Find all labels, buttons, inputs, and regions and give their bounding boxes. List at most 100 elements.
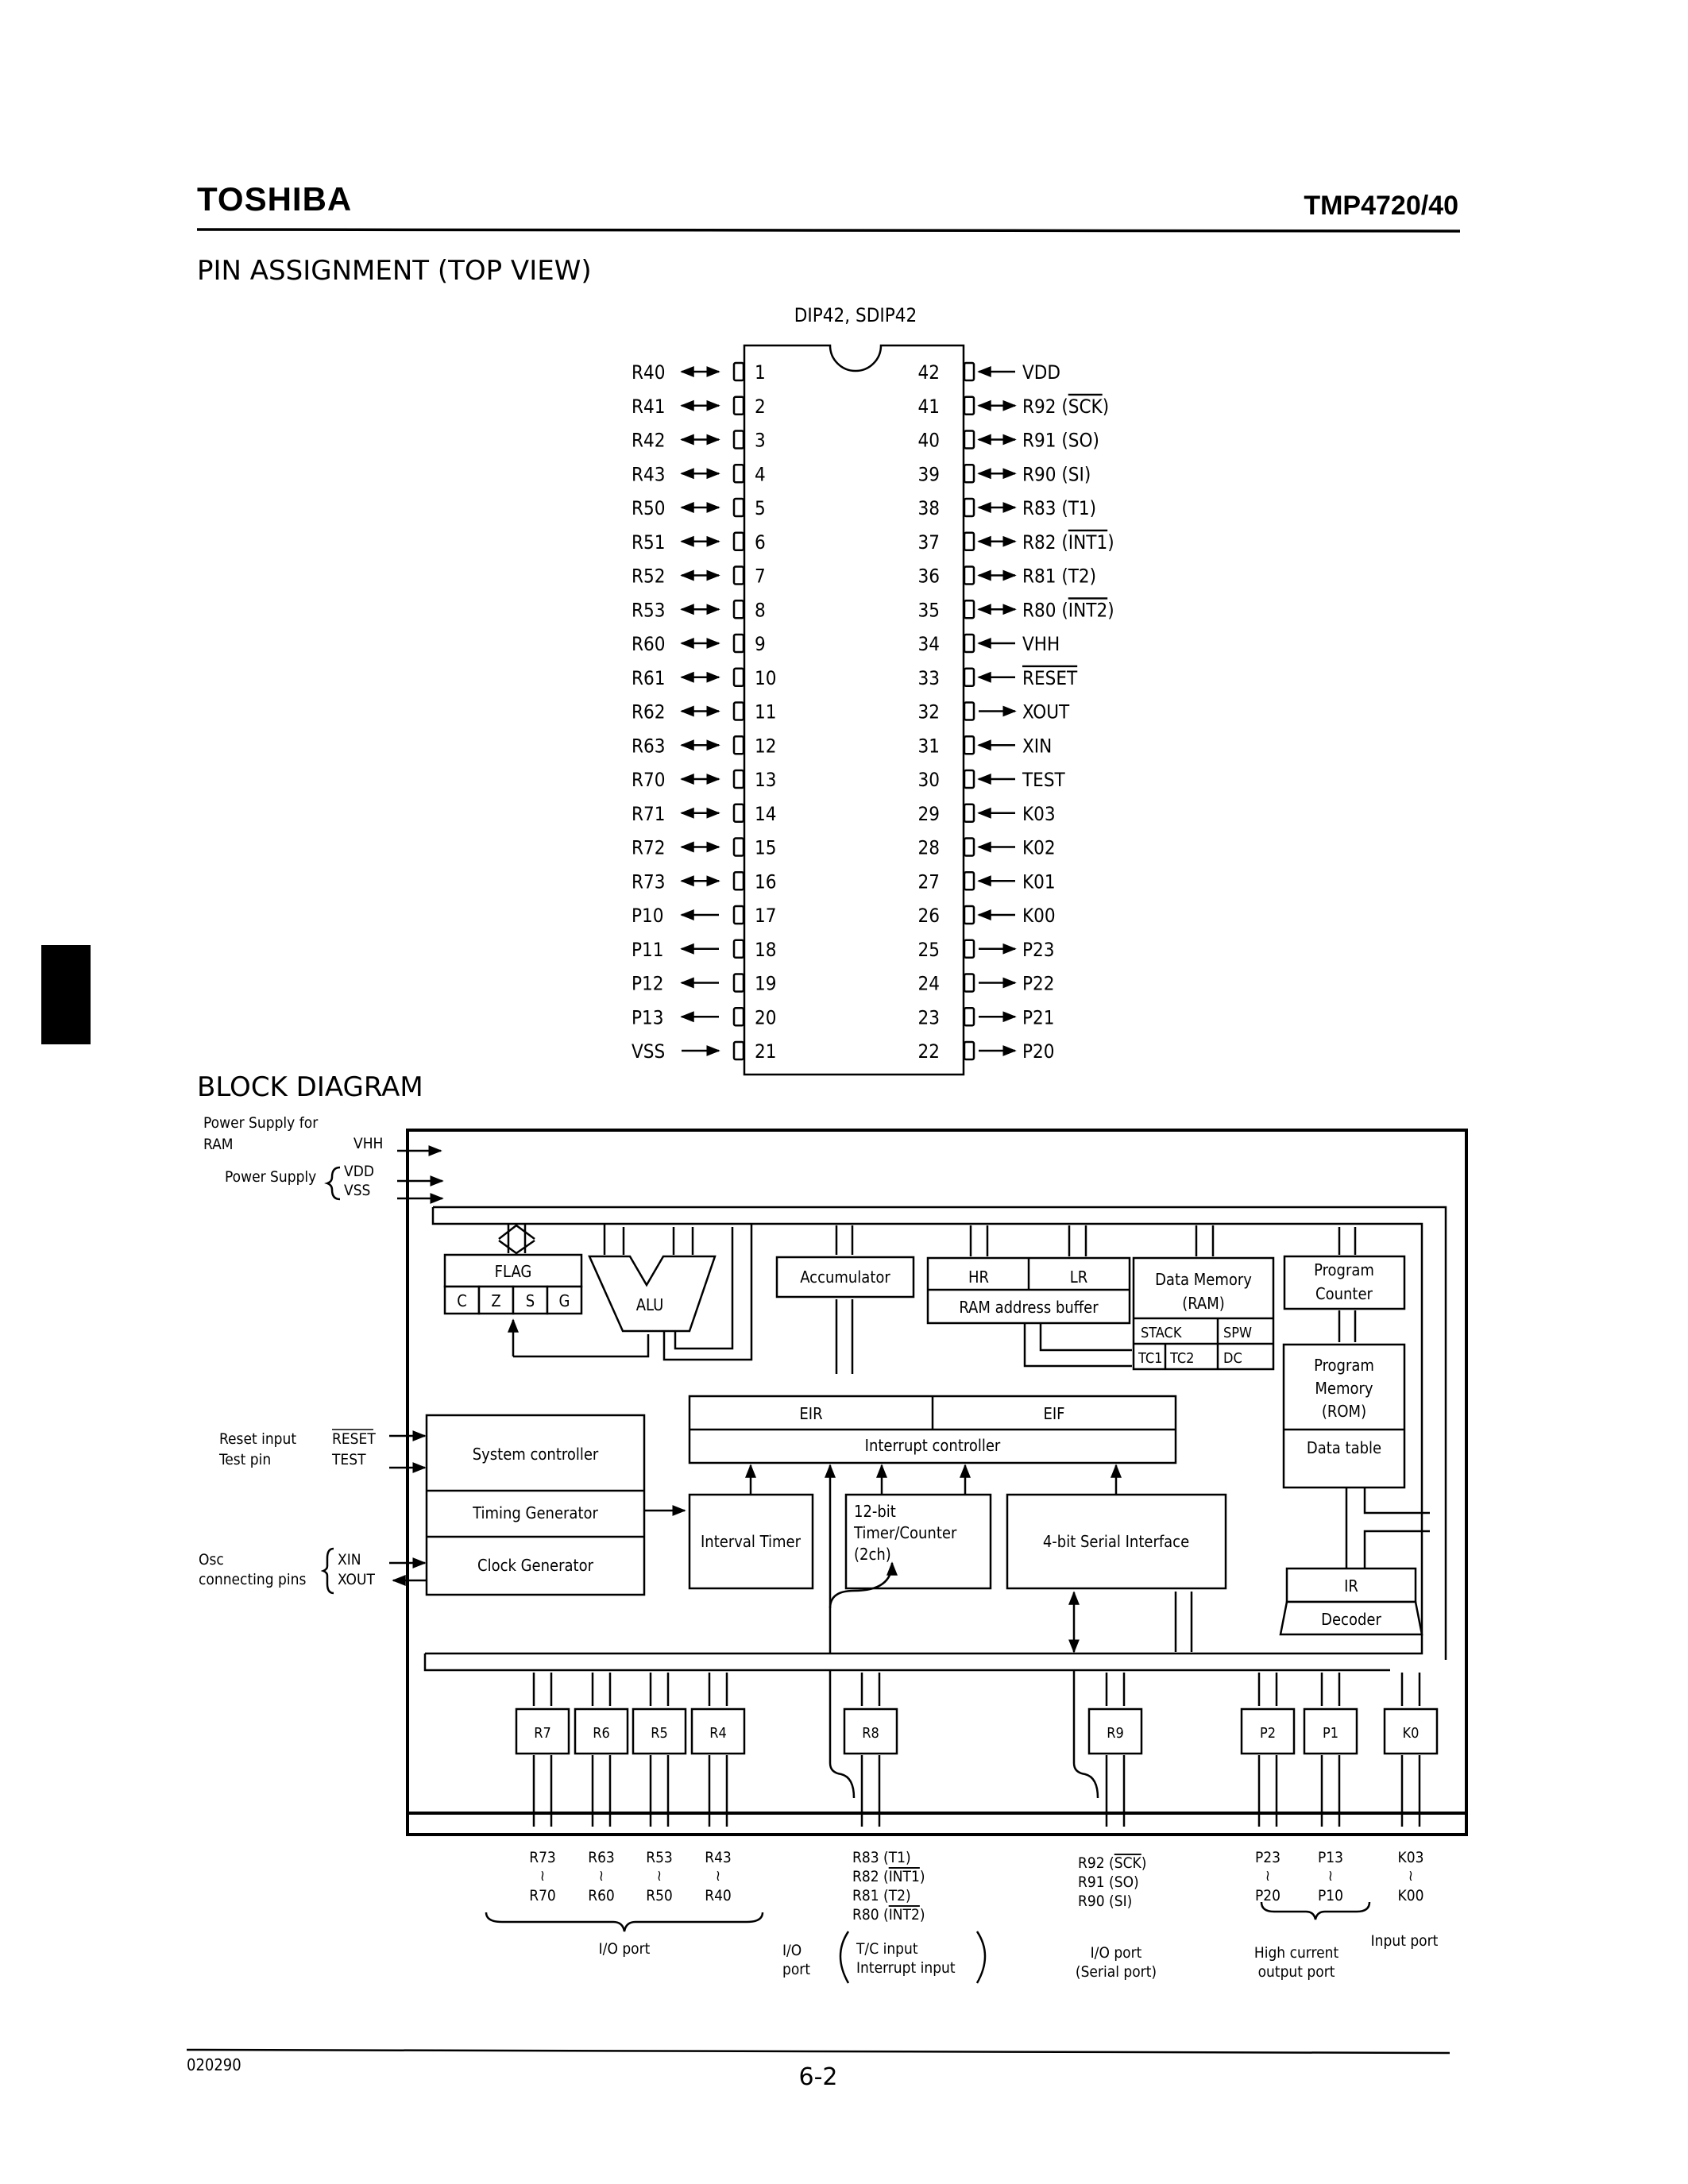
- data-table-label: Data table: [1307, 1438, 1381, 1457]
- pin-2: 2 R41: [632, 396, 766, 418]
- port-register-label: R6: [593, 1725, 610, 1742]
- pin-12: 12 R63: [632, 735, 776, 757]
- port-pin-high: K03: [1398, 1849, 1424, 1866]
- port-pin-low: P10: [1318, 1887, 1343, 1904]
- pin-1: 1 R40: [632, 361, 766, 384]
- tc2-label: TC2: [1169, 1350, 1194, 1367]
- pin-3: 3 R42: [632, 430, 766, 452]
- pin-number: 37: [918, 531, 940, 554]
- pin-name: P23: [1022, 939, 1055, 961]
- pin-number: 31: [918, 735, 940, 757]
- pin-number: 10: [755, 667, 776, 689]
- port-pin-high: P23: [1255, 1849, 1280, 1866]
- eir-label: EIR: [799, 1404, 822, 1423]
- pin-number: 9: [755, 633, 766, 655]
- r8-pin-label: R83 (T1): [852, 1849, 911, 1866]
- pin-17: 17 P10: [632, 905, 776, 927]
- footer-rule: [186, 2048, 1450, 2055]
- alu-label: ALU: [636, 1295, 664, 1314]
- pin-number: 5: [755, 497, 766, 519]
- spw-label: SPW: [1223, 1325, 1252, 1341]
- port-range-symbol: ≀: [716, 1867, 720, 1885]
- pin-14: 14 R71: [632, 803, 776, 825]
- pin-number: 34: [918, 633, 940, 655]
- hr-label: HR: [968, 1268, 989, 1287]
- pin-lead: [963, 871, 975, 891]
- port-range-symbol: ≀: [599, 1867, 604, 1885]
- timing-generator-label: Timing Generator: [472, 1503, 598, 1522]
- pin-name: XIN: [1022, 735, 1052, 757]
- pin-11: 11 R62: [632, 701, 776, 723]
- pin-lead: [732, 837, 745, 857]
- label-vhh: VHH: [353, 1135, 383, 1152]
- port-pin-high: R43: [705, 1849, 732, 1866]
- pin-number: 39: [918, 463, 940, 485]
- port-range-symbol: ≀: [540, 1867, 545, 1885]
- pin-28: 28 K02: [918, 837, 1056, 859]
- pin-name: K00: [1022, 905, 1056, 927]
- label-tc-input: T/C input: [856, 1940, 918, 1958]
- pin-lead: [732, 430, 745, 450]
- pin-9: 9 R60: [632, 633, 766, 655]
- pin-number: 33: [918, 667, 940, 689]
- left-pin-column: 1 R40 2 R41 3 R42 4 R43 5 R50 6 R51 7 R52 8 R53 9 R60 10 R6…: [632, 361, 776, 1063]
- data-memory-label-2: (RAM): [1182, 1294, 1225, 1313]
- port-pin-low: K00: [1398, 1887, 1424, 1904]
- pin-name: TEST: [1022, 769, 1066, 791]
- pin-lead: [963, 600, 975, 619]
- serial-interface-label: 4-bit Serial Interface: [1043, 1532, 1189, 1551]
- pin-lead: [732, 939, 745, 959]
- pin-number: 3: [755, 430, 766, 452]
- pin-name: R90 (SI): [1022, 463, 1091, 485]
- port-pin-high: R63: [588, 1849, 615, 1866]
- tc1-label: TC1: [1138, 1350, 1162, 1367]
- program-counter-label-2: Counter: [1315, 1284, 1373, 1303]
- pin-lead: [732, 735, 745, 755]
- pin-lead: [732, 871, 745, 891]
- header-rule: [196, 228, 1461, 233]
- port-range-symbol: ≀: [1408, 1867, 1413, 1885]
- pin-number: 41: [918, 396, 940, 418]
- pin-number: 30: [918, 769, 940, 791]
- interval-timer-label: Interval Timer: [701, 1532, 802, 1551]
- pin-16: 16 R73: [632, 870, 776, 893]
- pin-name: R42: [632, 430, 665, 452]
- system-controller-label: System controller: [473, 1445, 599, 1464]
- pin-lead: [732, 667, 745, 687]
- pin-lead: [963, 361, 975, 382]
- accumulator-label: Accumulator: [800, 1268, 890, 1287]
- pin-lead: [732, 973, 745, 993]
- bus-flag-arrowheads: [498, 1224, 535, 1255]
- pin-number: 6: [755, 531, 766, 554]
- pin-15: 15 R72: [632, 837, 776, 859]
- rom-output: [1345, 1488, 1430, 1572]
- eif-label: EIF: [1043, 1404, 1064, 1423]
- pin-name: R82 (INT1): [1022, 531, 1114, 554]
- pin-lead: [732, 531, 745, 551]
- part-number: TMP4720/40: [1304, 191, 1458, 221]
- paren-left: [839, 1931, 850, 1984]
- pin-lead: [963, 1040, 975, 1061]
- pin-13: 13 R70: [632, 769, 776, 791]
- port-p2: P2 P23≀ P20: [1240, 1673, 1296, 1904]
- pin-number: 40: [918, 430, 940, 452]
- pin-33: 33 RESET: [918, 667, 1078, 689]
- lr-label: LR: [1070, 1268, 1088, 1287]
- label-high-current-1: High current: [1254, 1944, 1339, 1962]
- label-reset-input: Reset input: [219, 1430, 296, 1448]
- pin-39: 39 R90 (SI): [918, 463, 1091, 485]
- label-osc-1: Osc: [199, 1551, 224, 1569]
- port-register-label: R5: [651, 1725, 668, 1742]
- interrupt-controller-label: Interrupt controller: [865, 1436, 1001, 1455]
- pin-18: 18 P11: [632, 939, 776, 961]
- pin-lead: [732, 396, 745, 415]
- pin-name: R73: [632, 870, 665, 893]
- pin-21: 21 VSS: [632, 1040, 776, 1063]
- flag-bit-label: Z: [491, 1291, 500, 1310]
- section-tab-marker: [41, 945, 91, 1044]
- pin-name: K01: [1022, 870, 1056, 893]
- brace-power: [324, 1166, 341, 1201]
- label-power-ram-1: Power Supply for: [203, 1114, 319, 1132]
- flag-bit-label: S: [526, 1291, 535, 1310]
- pin-lead: [963, 430, 975, 450]
